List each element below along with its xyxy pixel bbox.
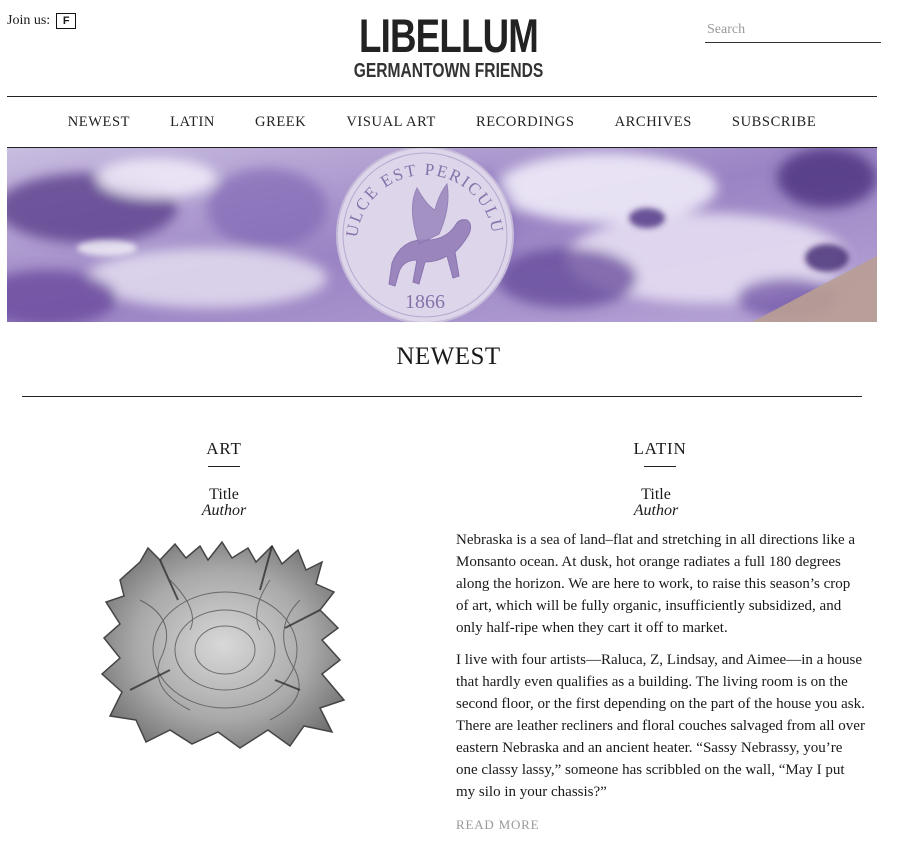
nav-item-latin[interactable]: LATIN (170, 114, 215, 131)
artwork-image[interactable] (100, 540, 350, 755)
nav-item-greek[interactable]: GREEK (255, 114, 306, 131)
logo-subtitle: GERMANTOWN FRIENDS (353, 60, 544, 82)
nav-item-newest[interactable]: NEWEST (68, 114, 130, 131)
search-input[interactable] (705, 18, 881, 43)
main-nav: NEWEST LATIN GREEK VISUAL ART RECORDINGS… (7, 114, 877, 131)
nav-item-recordings[interactable]: RECORDINGS (476, 114, 575, 131)
heading-underline (208, 466, 240, 467)
nav-item-subscribe[interactable]: SUBSCRIBE (732, 114, 816, 131)
section-divider (22, 396, 862, 397)
column-heading-latin[interactable]: LATIN (610, 439, 710, 467)
logo-title: LIBELLUM (358, 9, 539, 62)
header-divider (7, 96, 877, 97)
section-title: NEWEST (396, 343, 501, 370)
art-work-title[interactable]: Title (174, 487, 274, 503)
hero-banner: DULCE EST PERICULUM 1866 (7, 148, 877, 322)
latin-work-title[interactable]: Title (606, 487, 706, 503)
latin-work-author[interactable]: Author (606, 503, 706, 519)
latin-excerpt: Nebraska is a sea of land–flat and stret… (456, 529, 866, 813)
art-work-author[interactable]: Author (174, 503, 274, 519)
heading-underline (644, 466, 676, 467)
nav-item-visual-art[interactable]: VISUAL ART (346, 114, 436, 131)
nav-item-archives[interactable]: ARCHIVES (615, 114, 692, 131)
column-heading-art[interactable]: ART (174, 439, 274, 467)
seal-year: 1866 (405, 291, 445, 313)
banner-image: DULCE EST PERICULUM 1866 (7, 148, 877, 322)
excerpt-paragraph: Nebraska is a sea of land–flat and stret… (456, 532, 856, 636)
column-heading-art-label: ART (206, 439, 242, 458)
column-heading-latin-label: LATIN (633, 439, 687, 458)
excerpt-paragraph: I live with four artists—Raluca, Z, Lind… (456, 652, 865, 800)
read-more-link[interactable]: READ MORE (456, 817, 539, 833)
